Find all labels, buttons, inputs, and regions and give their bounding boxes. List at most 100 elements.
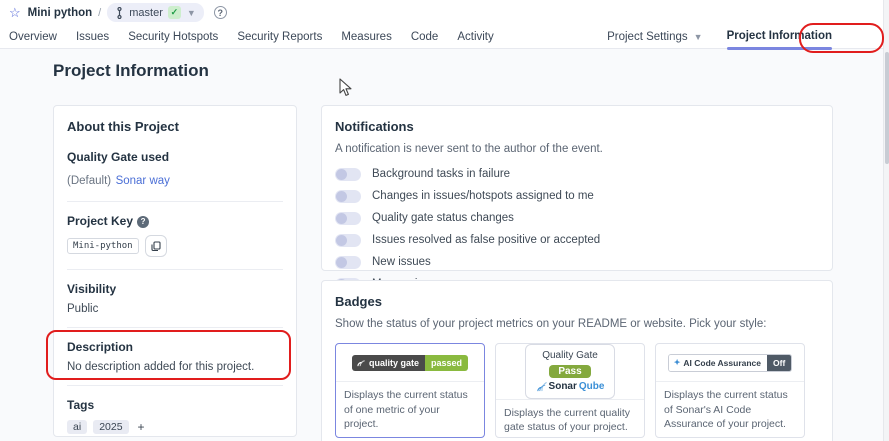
- nav-tab-security-hotspots[interactable]: Security Hotspots: [128, 31, 218, 43]
- nav-tab-measures[interactable]: Measures: [341, 31, 392, 43]
- sonar-waves-icon: [357, 360, 365, 367]
- tag-2025[interactable]: 2025: [93, 420, 129, 434]
- toggle-new-issues[interactable]: [335, 255, 361, 269]
- copy-icon: [151, 240, 161, 251]
- breadcrumb: ☆ Mini python / master ✓ ▼ ?: [0, 0, 889, 25]
- divider: [67, 269, 283, 270]
- notification-row-issues-resolved: Issues resolved as false positive or acc…: [335, 233, 819, 247]
- nav-tab-security-reports[interactable]: Security Reports: [237, 31, 322, 43]
- badge-caption: Displays the current status of Sonar's A…: [656, 381, 804, 437]
- chevron-down-icon: ▼: [693, 32, 703, 42]
- description-value: No description added for this project.: [67, 361, 255, 373]
- description-label: Description: [67, 340, 134, 354]
- project-key-help-icon[interactable]: ?: [137, 215, 150, 228]
- copy-project-key-button[interactable]: [144, 235, 167, 257]
- quality-gate-card-preview: Quality Gate Pass Sonar Qube: [496, 344, 644, 399]
- toggle-label: Changes in issues/hotspots assigned to m…: [372, 190, 594, 202]
- page-title: Project Information: [53, 61, 209, 80]
- brand-qube: Qube: [578, 381, 605, 392]
- visibility-value: Public: [67, 303, 99, 315]
- tags-label: Tags: [67, 398, 95, 412]
- chevron-down-icon: ▼: [186, 7, 196, 18]
- page-content: Project Information About this Project Q…: [0, 49, 883, 441]
- badge-option-ai-code-assurance[interactable]: ✦ AI Code Assurance Off Displays the cur…: [655, 343, 805, 438]
- toggle-label: Issues resolved as false positive or acc…: [372, 234, 601, 246]
- toggle-label: Quality gate status changes: [372, 212, 514, 224]
- ai-badge-preview: ✦ AI Code Assurance Off: [656, 344, 804, 381]
- toggle-background-tasks[interactable]: [335, 167, 361, 181]
- badge-caption: Displays the current quality gate status…: [496, 399, 644, 440]
- tags-section: Tags ai 2025 +: [67, 398, 283, 434]
- visibility-label: Visibility: [67, 282, 117, 296]
- notifications-note: A notification is never sent to the auth…: [335, 143, 603, 155]
- branch-status-check-icon: ✓: [167, 6, 181, 19]
- metric-badge-label: quality gate: [368, 357, 419, 368]
- about-project-card: About this Project Quality Gate used (De…: [53, 105, 297, 437]
- favorite-star-icon[interactable]: ☆: [9, 6, 21, 19]
- nav-project-settings[interactable]: Project Settings ▼: [607, 31, 702, 43]
- quality-gate-link[interactable]: Sonar way: [116, 175, 170, 187]
- badge-option-quality-gate-card[interactable]: Quality Gate Pass Sonar Qube Displays the…: [495, 343, 645, 438]
- quality-gate-label: Quality Gate used: [67, 150, 170, 164]
- nav-tab-code[interactable]: Code: [411, 31, 439, 43]
- quality-gate-default: (Default): [67, 175, 112, 187]
- notification-row-background-tasks: Background tasks in failure: [335, 167, 819, 181]
- branch-help-icon[interactable]: ?: [213, 6, 227, 19]
- toggle-label: New issues: [372, 256, 431, 268]
- nav-tab-activity[interactable]: Activity: [457, 31, 493, 43]
- project-key-section: Project Key? Mini-python: [67, 214, 283, 257]
- branch-selector[interactable]: master ✓ ▼: [107, 3, 204, 22]
- toggle-knob: [336, 168, 347, 180]
- sonarqube-project-info-page: ☆ Mini python / master ✓ ▼ ? Overview Is…: [0, 0, 889, 441]
- divider: [67, 201, 283, 202]
- project-key-label: Project Key?: [67, 214, 283, 228]
- ai-badge-status: Off: [767, 354, 792, 371]
- badge-style-options: quality gate passed Displays the current…: [335, 343, 819, 438]
- breadcrumb-project-name[interactable]: Mini python: [28, 7, 93, 19]
- project-settings-label: Project Settings: [607, 31, 688, 43]
- ai-sparkle-icon: ✦: [673, 358, 681, 368]
- badges-description: Show the status of your project metrics …: [335, 318, 767, 330]
- toggle-changes-assigned[interactable]: [335, 189, 361, 203]
- qg-card-title: Quality Gate: [542, 350, 598, 361]
- main-navigation: Overview Issues Security Hotspots Securi…: [0, 25, 889, 50]
- visibility-section: Visibility Public: [67, 282, 283, 315]
- nav-left: Overview Issues Security Hotspots Securi…: [9, 31, 494, 43]
- toggle-knob: [336, 234, 347, 246]
- toggle-knob: [336, 212, 347, 224]
- tag-ai[interactable]: ai: [67, 420, 88, 434]
- scrollbar-thumb[interactable]: [885, 52, 889, 164]
- toggle-knob: [336, 256, 347, 268]
- brand-sonar: Sonar: [548, 381, 577, 392]
- toggle-quality-gate[interactable]: [335, 211, 361, 225]
- project-key-value: Mini-python: [67, 238, 139, 254]
- toggle-label: Background tasks in failure: [372, 168, 511, 180]
- quality-gate-section: Quality Gate used (Default) Sonar way: [67, 150, 283, 189]
- toggle-issues-resolved[interactable]: [335, 233, 361, 247]
- metric-badge-status: passed: [424, 354, 469, 371]
- notifications-card: Notifications A notification is never se…: [321, 105, 833, 291]
- nav-tab-overview[interactable]: Overview: [9, 31, 57, 43]
- nav-right: Project Settings ▼ Project Information: [607, 30, 880, 50]
- vertical-scrollbar[interactable]: [883, 0, 889, 441]
- branch-name: master: [129, 6, 163, 19]
- about-card-title: About this Project: [67, 119, 179, 134]
- add-tag-button[interactable]: +: [135, 420, 148, 434]
- sonarqube-waves-icon: [536, 381, 547, 392]
- notifications-title: Notifications: [335, 119, 414, 134]
- nav-tab-project-information-active[interactable]: Project Information: [726, 30, 833, 50]
- badges-card: Badges Show the status of your project m…: [321, 280, 833, 441]
- ai-badge-label: AI Code Assurance: [683, 357, 762, 368]
- toggle-knob: [336, 190, 347, 202]
- nav-tab-issues[interactable]: Issues: [76, 31, 109, 43]
- branch-icon: [115, 6, 124, 19]
- notification-row-quality-gate: Quality gate status changes: [335, 211, 819, 225]
- metric-badge-preview: quality gate passed: [336, 344, 484, 381]
- badge-caption: Displays the current status of one metri…: [336, 381, 484, 437]
- notification-row-new-issues: New issues: [335, 255, 819, 269]
- qg-pass-pill: Pass: [549, 365, 591, 378]
- top-bar: ☆ Mini python / master ✓ ▼ ? Overview Is…: [0, 0, 889, 50]
- badge-option-metric[interactable]: quality gate passed Displays the current…: [335, 343, 485, 438]
- project-key-label-text: Project Key: [67, 214, 134, 228]
- breadcrumb-separator: /: [98, 6, 102, 19]
